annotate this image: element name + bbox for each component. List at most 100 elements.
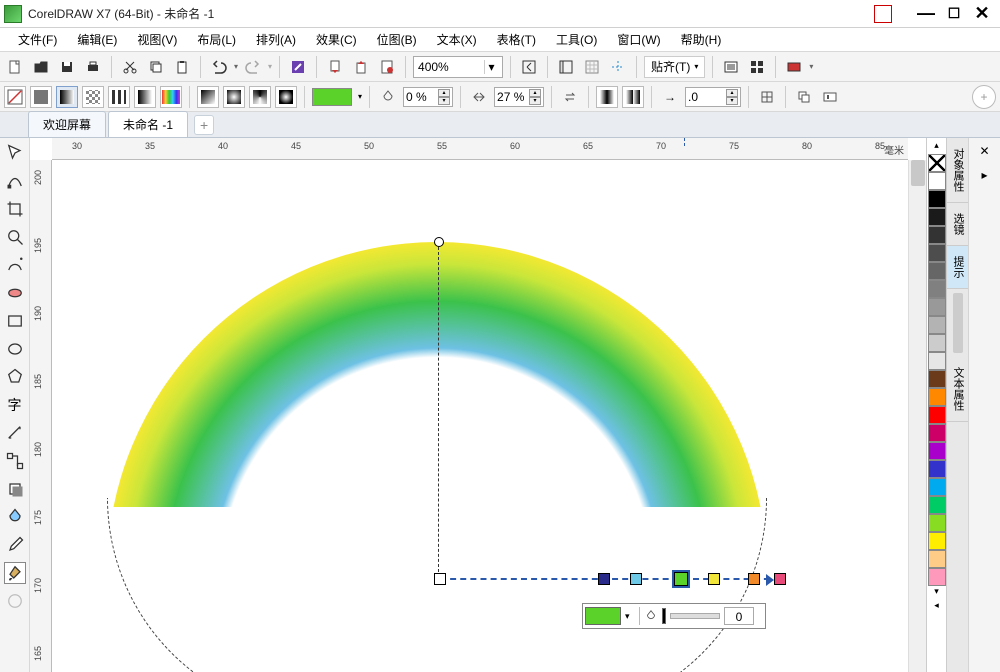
palette-down-icon[interactable]: ▾ xyxy=(934,586,939,600)
snap-to-button[interactable]: 贴齐(T)▾ xyxy=(644,56,705,78)
close-button[interactable]: ✕ xyxy=(968,4,996,24)
color-swatch[interactable] xyxy=(928,370,946,388)
color-swatch[interactable] xyxy=(928,298,946,316)
color-swatch[interactable] xyxy=(928,568,946,586)
open-icon[interactable] xyxy=(30,56,52,78)
horizontal-ruler[interactable]: 毫米 303540455055606570758085 xyxy=(52,138,908,160)
color-swatch[interactable] xyxy=(928,208,946,226)
app-switch-icon[interactable] xyxy=(783,56,805,78)
cut-icon[interactable] xyxy=(119,56,141,78)
color-swatch[interactable] xyxy=(928,334,946,352)
popup-color-dropdown-icon[interactable]: ▾ xyxy=(625,611,635,622)
reverse-fill-icon[interactable] xyxy=(559,86,581,108)
show-guides-icon[interactable] xyxy=(607,56,629,78)
eyedropper-icon[interactable] xyxy=(4,534,26,556)
copy-fill-icon[interactable] xyxy=(793,86,815,108)
color-swatch[interactable] xyxy=(928,406,946,424)
menu-h[interactable]: 帮助(H) xyxy=(671,29,732,50)
show-grid-icon[interactable] xyxy=(581,56,603,78)
color-swatch[interactable] xyxy=(928,442,946,460)
linear-gradient-icon[interactable] xyxy=(197,86,219,108)
color-swatch[interactable] xyxy=(928,262,946,280)
zoom-tool-icon[interactable] xyxy=(4,226,26,248)
save-icon[interactable] xyxy=(56,56,78,78)
color-swatch[interactable] xyxy=(928,244,946,262)
vertical-scrollbar[interactable] xyxy=(908,160,926,672)
palette-up-icon[interactable]: ▴ xyxy=(934,140,939,154)
shape-tool-icon[interactable] xyxy=(4,170,26,192)
smart-fill-icon[interactable] xyxy=(4,590,26,612)
color-swatch[interactable] xyxy=(928,352,946,370)
minimize-button[interactable]: — xyxy=(912,4,940,24)
undo-icon[interactable] xyxy=(208,56,230,78)
gradient-end-node[interactable] xyxy=(774,573,786,585)
rectangle-tool-icon[interactable] xyxy=(4,310,26,332)
gradient-color-node[interactable] xyxy=(748,573,760,585)
docker-tab[interactable]: 选镜 xyxy=(947,203,968,246)
fountain-fill-icon[interactable] xyxy=(56,86,78,108)
gradient-start-handle[interactable] xyxy=(434,573,446,585)
copy-icon[interactable] xyxy=(145,56,167,78)
menu-w[interactable]: 窗口(W) xyxy=(607,29,670,50)
node-position-input[interactable]: 27 %▴▾ xyxy=(494,87,544,107)
search-content-icon[interactable] xyxy=(287,56,309,78)
color-swatch[interactable] xyxy=(928,514,946,532)
publish-pdf-icon[interactable] xyxy=(376,56,398,78)
free-scale-icon[interactable] xyxy=(756,86,778,108)
color-swatch[interactable] xyxy=(928,460,946,478)
ellipse-tool-icon[interactable] xyxy=(4,338,26,360)
new-icon[interactable] xyxy=(4,56,26,78)
popup-slider-track[interactable] xyxy=(670,613,720,619)
color-swatch[interactable] xyxy=(928,496,946,514)
no-fill-icon[interactable] xyxy=(4,86,26,108)
canvas[interactable]: ▾ 0 xyxy=(52,160,908,672)
postscript-fill-icon[interactable] xyxy=(160,86,182,108)
gradient-color-node[interactable] xyxy=(630,573,642,585)
menu-b[interactable]: 位图(B) xyxy=(367,29,427,50)
popup-slider-thumb[interactable] xyxy=(662,608,666,624)
color-swatch[interactable] xyxy=(928,478,946,496)
show-rulers-icon[interactable] xyxy=(555,56,577,78)
paste-icon[interactable] xyxy=(171,56,193,78)
menu-a[interactable]: 排列(A) xyxy=(246,29,306,50)
menu-c[interactable]: 效果(C) xyxy=(306,29,367,50)
tab-document[interactable]: 未命名 -1 xyxy=(108,111,188,137)
maximize-button[interactable]: ☐ xyxy=(940,4,968,24)
launcher-icon[interactable] xyxy=(746,56,768,78)
zoom-level-input[interactable]: 400%▾ xyxy=(413,56,503,78)
gradient-color-node[interactable] xyxy=(708,573,720,585)
text-tool-icon[interactable]: 字 xyxy=(4,394,26,416)
add-preset-button[interactable]: + xyxy=(972,85,996,109)
rainbow-object[interactable] xyxy=(107,242,767,507)
color-swatch[interactable] xyxy=(928,190,946,208)
square-gradient-icon[interactable] xyxy=(275,86,297,108)
options-icon[interactable] xyxy=(720,56,742,78)
docker-tab[interactable]: 对象属性 xyxy=(947,138,968,203)
node-transparency-input[interactable]: 0 %▴▾ xyxy=(403,87,453,107)
export-icon[interactable] xyxy=(350,56,372,78)
gradient-vector[interactable] xyxy=(440,578,780,580)
repeat-mirror-icon[interactable] xyxy=(596,86,618,108)
repeat-icon[interactable] xyxy=(622,86,644,108)
docker-tab[interactable]: 文本属性 xyxy=(947,357,968,422)
crop-tool-icon[interactable] xyxy=(4,198,26,220)
expand-docker-icon[interactable]: ▸ xyxy=(974,164,996,186)
menu-v[interactable]: 视图(V) xyxy=(127,29,187,50)
freehand-tool-icon[interactable] xyxy=(4,254,26,276)
menu-l[interactable]: 布局(L) xyxy=(187,29,246,50)
color-swatch[interactable] xyxy=(928,280,946,298)
vertical-ruler[interactable]: 200195190185180175170165 xyxy=(30,160,52,672)
gradient-end-arrow[interactable] xyxy=(766,574,774,586)
user-badge-icon[interactable] xyxy=(874,5,892,23)
polygon-tool-icon[interactable] xyxy=(4,366,26,388)
transparency-tool-icon[interactable] xyxy=(4,506,26,528)
color-swatch[interactable] xyxy=(928,550,946,568)
menu-e[interactable]: 编辑(E) xyxy=(67,29,127,50)
texture-fill-icon[interactable] xyxy=(134,86,156,108)
gradient-color-node[interactable] xyxy=(598,573,610,585)
color-swatch[interactable] xyxy=(928,388,946,406)
color-swatch[interactable] xyxy=(928,532,946,550)
color-swatch[interactable] xyxy=(928,172,946,190)
fullscreen-icon[interactable] xyxy=(518,56,540,78)
conical-gradient-icon[interactable] xyxy=(249,86,271,108)
